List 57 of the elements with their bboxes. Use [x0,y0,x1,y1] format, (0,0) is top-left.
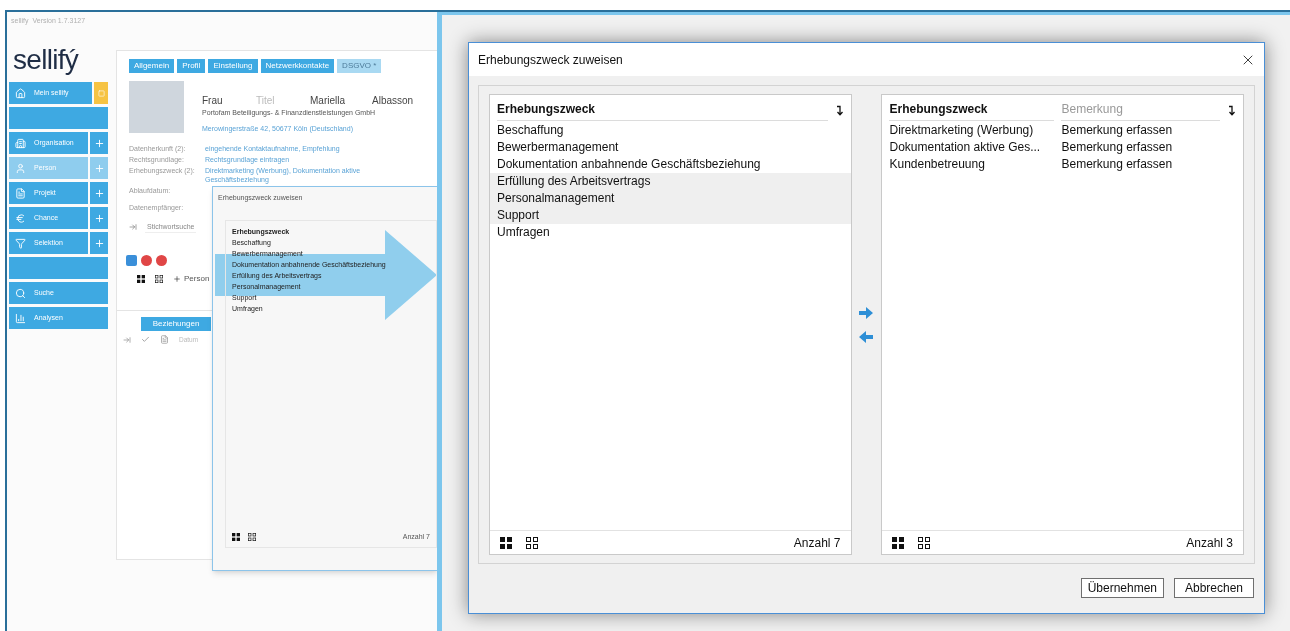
plus-icon [93,212,105,224]
plus-icon [93,137,105,149]
add-button[interactable] [90,132,108,154]
sidebar-icon [15,87,26,99]
grid-outline-icon[interactable] [248,533,256,541]
plus-icon [93,237,105,249]
dialog-button[interactable]: Abbrechen [1174,578,1254,598]
grid-view-icon[interactable] [137,275,145,283]
list-item[interactable]: Support [490,207,851,224]
sidebar-icon [15,212,26,224]
grid-view-icon[interactable] [892,536,905,549]
document-icon[interactable] [160,335,169,345]
first-name: Mariella [310,94,346,108]
item-count: Anzahl 3 [1186,534,1233,552]
column-header[interactable]: Erhebungszweck [497,99,828,121]
add-person-button[interactable]: Person [173,273,210,285]
sidebar-icon [15,312,26,324]
plus-icon [93,187,105,199]
dialog-title: Erhebungszweck zuweisen [478,51,623,69]
arrow-left-icon[interactable] [859,330,874,343]
table-cell[interactable]: Kundenbetreuung [889,156,1062,173]
plus-icon [93,162,105,174]
salutation-dropdown[interactable]: Frau [202,93,246,108]
sidebar-icon [15,237,26,249]
delete-icon[interactable] [141,255,152,266]
add-button[interactable] [90,207,108,229]
dialog-button[interactable]: Übernehmen [1080,578,1164,598]
grid-view-icon[interactable] [500,536,512,549]
table-cell[interactable]: Bemerkung erfassen [1061,139,1173,156]
table-cell[interactable]: Direktmarketing (Werbung) [889,122,1062,139]
grid-outline-icon[interactable] [155,275,163,283]
arrow-right-icon[interactable] [859,306,874,319]
grid-outline-icon[interactable] [526,536,538,549]
sort-icon[interactable] [1228,104,1236,116]
export-icon[interactable] [156,255,167,266]
item-count: Anzahl 7 [793,534,841,552]
column-header[interactable]: Erhebungszweck [889,99,1055,121]
grid-view-icon[interactable] [232,533,240,541]
list-item[interactable]: Erfüllung des Arbeitsvertrags [490,173,851,190]
table-cell[interactable]: Bemerkung erfassen [1061,156,1173,173]
table-cell[interactable]: Dokumentation aktive Ges... [889,139,1062,156]
list-icon[interactable] [126,255,137,266]
app-logo: sellifý [12,43,80,77]
check-icon[interactable] [141,335,150,345]
grid-outline-icon[interactable] [918,536,931,549]
plus-icon [173,275,181,283]
sidebar-icon [15,137,26,149]
sort-icon[interactable] [835,104,844,116]
table-cell[interactable]: Bemerkung erfassen [1061,122,1173,139]
sidebar-icon [15,162,26,174]
photo-placeholder [129,81,184,133]
list-item[interactable]: Personalmanagement [490,190,851,207]
sidebar-icon [15,287,26,299]
last-name: Albasson [372,94,414,108]
sidebar-icon [15,187,26,199]
add-button[interactable] [90,182,108,204]
add-button[interactable] [90,232,108,254]
